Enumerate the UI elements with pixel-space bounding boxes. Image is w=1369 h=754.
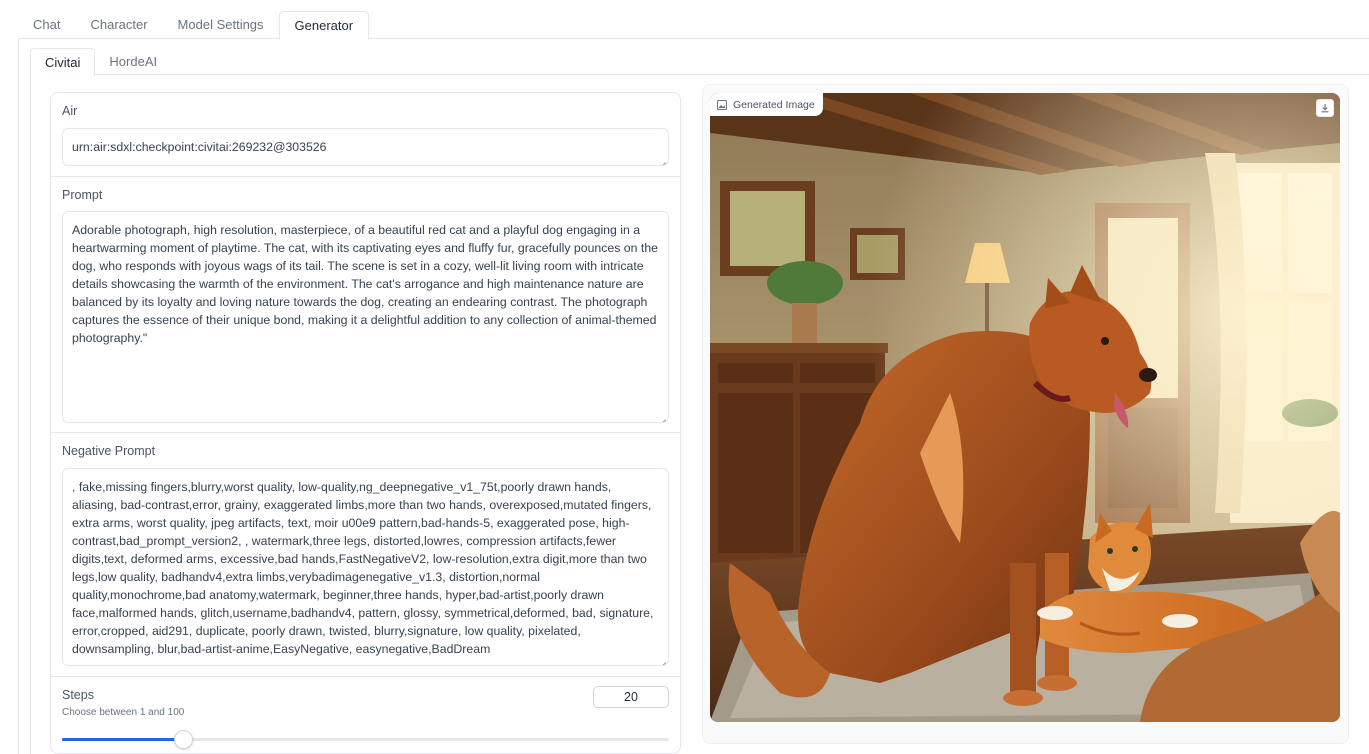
tab-model-settings[interactable]: Model Settings	[163, 11, 279, 39]
negative-prompt-textarea[interactable]: , fake,missing fingers,blurry,worst qual…	[62, 468, 669, 666]
tab-civitai[interactable]: Civitai	[30, 48, 96, 76]
prompt-block: Prompt Adorable photograph, high resolut…	[51, 177, 680, 433]
air-textarea[interactable]: urn:air:sdxl:checkpoint:civitai:269232@3…	[62, 128, 669, 166]
download-icon	[1321, 104, 1329, 113]
steps-label: Steps	[62, 688, 94, 702]
image-icon	[717, 99, 727, 110]
tab-generator[interactable]: Generator	[278, 11, 370, 40]
steps-slider-thumb[interactable]	[174, 730, 193, 749]
generation-form: Air urn:air:sdxl:checkpoint:civitai:2692…	[50, 92, 681, 754]
air-block: Air urn:air:sdxl:checkpoint:civitai:2692…	[51, 93, 680, 177]
air-label: Air	[62, 104, 78, 118]
steps-slider[interactable]	[62, 730, 669, 749]
generated-image-label: Generated Image	[710, 93, 823, 116]
steps-number-input[interactable]: 20	[593, 686, 669, 708]
download-button[interactable]	[1316, 99, 1334, 117]
steps-hint: Choose between 1 and 100	[62, 707, 185, 718]
tab-hordeai[interactable]: HordeAI	[95, 48, 171, 75]
negative-prompt-value: , fake,missing fingers,blurry,worst qual…	[72, 480, 654, 656]
tab-chat[interactable]: Chat	[18, 11, 75, 39]
air-value: urn:air:sdxl:checkpoint:civitai:269232@3…	[72, 140, 327, 154]
resize-handle-icon[interactable]	[658, 412, 666, 420]
prompt-textarea[interactable]: Adorable photograph, high resolution, ma…	[62, 211, 669, 423]
negative-prompt-block: Negative Prompt , fake,missing fingers,b…	[51, 433, 680, 677]
resize-handle-icon[interactable]	[658, 655, 666, 663]
provider-tab-bar: Civitai HordeAI	[30, 48, 1369, 76]
steps-slider-fill	[62, 738, 183, 741]
tab-character[interactable]: Character	[75, 11, 162, 39]
prompt-value: Adorable photograph, high resolution, ma…	[72, 223, 658, 345]
prompt-label: Prompt	[62, 188, 103, 202]
main-tab-bar: Chat Character Model Settings Generator	[18, 11, 1369, 40]
negative-prompt-label: Negative Prompt	[62, 444, 156, 458]
resize-handle-icon[interactable]	[658, 155, 666, 163]
generated-image	[710, 93, 1340, 722]
generated-image-label-text: Generated Image	[733, 98, 815, 111]
dog-and-cat-illustration	[710, 93, 1340, 722]
